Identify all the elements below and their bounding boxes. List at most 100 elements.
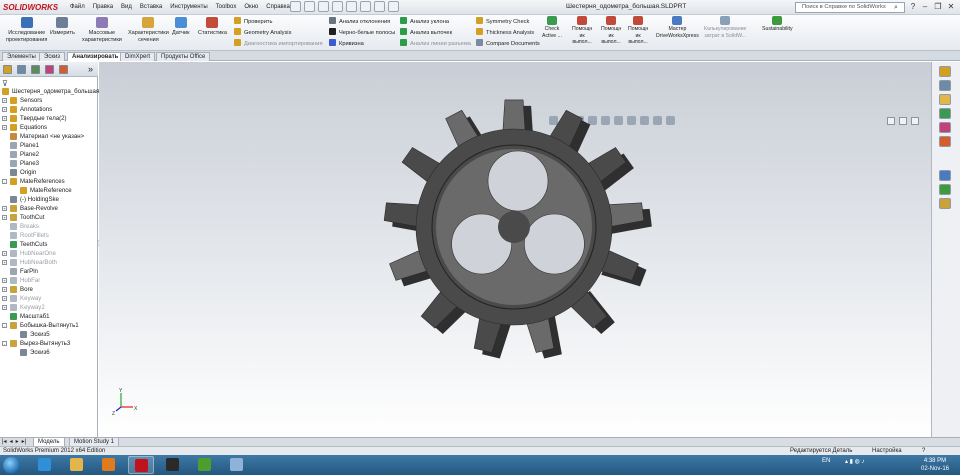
undo-icon[interactable]	[346, 1, 357, 12]
taskbar-app-autocad[interactable]	[160, 456, 186, 474]
feature-manager-icon[interactable]	[3, 65, 12, 74]
gear-model[interactable]: X Y Z	[99, 62, 931, 437]
property-manager-icon[interactable]	[17, 65, 26, 74]
tree-item[interactable]: + HubNearBoth	[0, 258, 98, 267]
graphics-viewport[interactable]: X Y Z	[99, 62, 931, 437]
ribbon-button-sustainability-6[interactable]: Sustainability	[762, 16, 793, 33]
ribbon-button-statistics[interactable]: Статистика	[198, 17, 227, 37]
ribbon-item-symmetry-check[interactable]: Symmetry Check	[476, 17, 529, 26]
rebuild-icon[interactable]	[374, 1, 385, 12]
tree-item[interactable]: + Твердые тела(2)	[0, 114, 98, 123]
tree-item[interactable]: Plane1	[0, 141, 98, 150]
ribbon-item-check[interactable]: Проверить	[234, 17, 272, 26]
ribbon-button-mass-properties[interactable]: Массовые характеристики	[82, 17, 122, 43]
taskbar-app-minecraft[interactable]	[192, 456, 218, 474]
options-icon[interactable]	[388, 1, 399, 12]
expand-icon[interactable]: +	[2, 287, 7, 292]
file-explorer-icon[interactable]	[939, 94, 951, 105]
tab-4[interactable]: Продукты Office	[156, 52, 211, 61]
expand-icon[interactable]: +	[2, 116, 7, 121]
help-icon[interactable]: ?	[908, 2, 918, 12]
custom-properties-icon[interactable]	[939, 170, 951, 181]
collapse-icon[interactable]: -	[2, 323, 7, 328]
ribbon-item-curvature[interactable]: Кривизна	[329, 39, 364, 48]
expand-icon[interactable]: +	[2, 125, 7, 130]
ribbon-button-sensor[interactable]: Датчик	[172, 17, 190, 37]
expand-icon[interactable]: +	[2, 260, 7, 265]
restore-button[interactable]: ❐	[933, 2, 943, 12]
expand-icon[interactable]: +	[2, 296, 7, 301]
tree-item[interactable]: + ToothCut	[0, 213, 98, 222]
tab-3[interactable]: DimXpert	[120, 52, 156, 61]
tree-item[interactable]: + HubFar	[0, 276, 98, 285]
task-icon[interactable]	[939, 198, 951, 209]
menu-4[interactable]: Инструменты	[170, 3, 207, 12]
panel-expand-icon[interactable]: »	[88, 65, 96, 74]
expand-icon[interactable]: +	[2, 107, 7, 112]
design-library-icon[interactable]	[939, 80, 951, 91]
menu-2[interactable]: Вид	[121, 3, 132, 12]
print-icon[interactable]	[332, 1, 343, 12]
expand-icon[interactable]: +	[2, 251, 7, 256]
minimize-button[interactable]: –	[920, 2, 930, 12]
tab-nav-arrow-1[interactable]: ◂	[10, 438, 13, 446]
help-search-input[interactable]: Поиск в Справке по SolidWorks ⌕	[795, 2, 905, 13]
start-button[interactable]	[3, 457, 20, 474]
taskbar-app-drawing-tool[interactable]	[224, 456, 250, 474]
configuration-manager-icon[interactable]	[31, 65, 40, 74]
close-button[interactable]: ✕	[946, 2, 956, 12]
tree-item[interactable]: (-) HoldingSke	[0, 195, 98, 204]
tree-item[interactable]: + Base-Revolve	[0, 204, 98, 213]
system-tray-icons[interactable]: ▴ ▮ ◍ ♪	[845, 458, 865, 465]
ribbon-item-import-diagnostics[interactable]: Диагностика импортирования	[234, 39, 323, 48]
menu-5[interactable]: Toolbox	[216, 3, 237, 12]
tree-item[interactable]: + Keyway2	[0, 303, 98, 312]
save-icon[interactable]	[318, 1, 329, 12]
tree-item[interactable]: - MateReferences	[0, 177, 98, 186]
new-file-icon[interactable]	[290, 1, 301, 12]
search-icon[interactable]	[939, 108, 951, 119]
expand-icon[interactable]: +	[2, 98, 7, 103]
tree-item[interactable]: Origin	[0, 168, 98, 177]
tree-item[interactable]: - Бобышка-Вытянуть1	[0, 321, 98, 330]
tree-item[interactable]: + Bore	[0, 285, 98, 294]
ribbon-button-molding-assistant-1[interactable]: Помощн ик выпол...	[572, 16, 592, 46]
open-file-icon[interactable]	[304, 1, 315, 12]
tree-item[interactable]: Шестерня_одометра_большая	[0, 87, 99, 96]
tree-item[interactable]: - Вырез-Вытянуть3	[0, 339, 98, 348]
expand-icon[interactable]: +	[2, 215, 7, 220]
status-settings[interactable]: Настройка	[872, 447, 902, 455]
appearances-icon[interactable]	[939, 136, 951, 147]
taskbar-app-file-explorer[interactable]	[64, 456, 90, 474]
ribbon-button-measure[interactable]: Измерить	[50, 17, 75, 37]
language-indicator[interactable]: EN	[822, 458, 830, 464]
menu-0[interactable]: Файл	[70, 3, 85, 12]
menu-6[interactable]: Окно	[244, 3, 258, 12]
resources-icon[interactable]	[939, 66, 951, 77]
ribbon-item-zebra-stripes[interactable]: Черно-белые полосы	[329, 28, 395, 37]
menu-1[interactable]: Правка	[93, 3, 113, 12]
ribbon-item-draft-analysis[interactable]: Анализ уклона	[400, 17, 449, 26]
tree-item[interactable]: + HubNearOne	[0, 249, 98, 258]
ribbon-button-wizard-2[interactable]: Помощн ик выпол...	[601, 16, 621, 46]
taskbar-app-internet-explorer[interactable]	[32, 456, 58, 474]
tree-item[interactable]: + Equations	[0, 123, 98, 132]
taskbar-app-solidworks[interactable]	[128, 456, 154, 474]
tree-item[interactable]: Материал <не указан>	[0, 132, 98, 141]
ribbon-item-compare-documents[interactable]: Compare Documents	[476, 39, 540, 48]
tree-item[interactable]: MateReference	[0, 186, 98, 195]
ribbon-button-wizard-3[interactable]: Помощн ик выпол...	[628, 16, 648, 46]
tab-2[interactable]: Анализировать	[67, 52, 124, 61]
tab-nav-arrow-3[interactable]: ▸|	[22, 438, 27, 446]
ribbon-button-design-study[interactable]: Исследование проектирования	[6, 17, 47, 43]
tree-item[interactable]: Plane2	[0, 150, 98, 159]
collapse-icon[interactable]: -	[2, 179, 7, 184]
ribbon-button-check-active-0[interactable]: Check Active ...	[542, 16, 562, 39]
tree-item[interactable]: Масштаб1	[0, 312, 98, 321]
taskbar-app-media-player[interactable]	[96, 456, 122, 474]
collapse-icon[interactable]: -	[2, 341, 7, 346]
expand-icon[interactable]: +	[2, 305, 7, 310]
tab-nav-arrow-0[interactable]: |◂	[2, 438, 7, 446]
expand-icon[interactable]: +	[2, 278, 7, 283]
tree-item[interactable]: + Sensors	[0, 96, 98, 105]
